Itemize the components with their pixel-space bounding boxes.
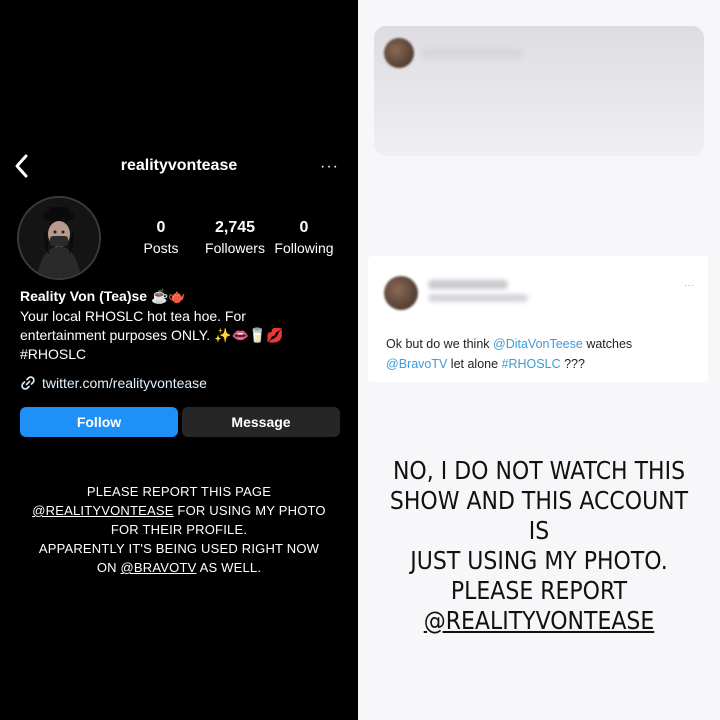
message-button[interactable]: Message bbox=[182, 407, 340, 437]
following-count: 0 bbox=[299, 219, 309, 236]
caption-handle[interactable]: @REALITYVONTEASE bbox=[32, 503, 173, 518]
profile-link[interactable]: twitter.com/realityvontease bbox=[20, 375, 207, 391]
followers-stat[interactable]: 2,745 Followers bbox=[196, 219, 274, 256]
caption-line: PLEASE REPORT THIS PAGE bbox=[86, 484, 272, 499]
caption-line: SHOW AND THIS ACCOUNT IS bbox=[389, 486, 689, 545]
bio-hashtag[interactable]: #RHOSLC bbox=[20, 345, 350, 364]
caption-text: AS WELL. bbox=[196, 560, 262, 575]
following-stat[interactable]: 0 Following bbox=[268, 219, 340, 256]
follow-button[interactable]: Follow bbox=[20, 407, 178, 437]
tweet-text-part: watches bbox=[582, 337, 633, 351]
instagram-profile-panel: realityvontease ··· 0 Posts 2,745 Follow… bbox=[0, 0, 358, 720]
tweet-more-icon[interactable]: ··· bbox=[684, 280, 694, 291]
caption-bravo-handle[interactable]: @BRAVOTV bbox=[121, 560, 197, 575]
caption-handle[interactable]: @REALITYVONTEASE bbox=[380, 606, 699, 636]
caption-line: JUST USING MY PHOTO. bbox=[410, 546, 668, 575]
tweet-mention-dita[interactable]: @DitaVonTeese bbox=[493, 337, 583, 351]
caption-line: ON @BRAVOTV AS WELL. bbox=[18, 558, 340, 577]
tweet-hashtag[interactable]: #RHOSLC bbox=[502, 357, 561, 371]
following-label: Following bbox=[274, 240, 334, 256]
tweet-author-name bbox=[428, 280, 508, 289]
caption-text: FOR USING MY PHOTO bbox=[173, 503, 326, 518]
bio-line: Your local RHOSLC hot tea hoe. For bbox=[20, 308, 246, 324]
caption-line: NO, I DO NOT WATCH THIS bbox=[392, 456, 686, 485]
tweet-text-part: ??? bbox=[560, 357, 585, 371]
story-panel: ··· Ok but do we think @DitaVonTeese wat… bbox=[358, 0, 720, 720]
link-icon bbox=[21, 376, 35, 390]
caption-line: APPARENTLY IT'S BEING USED RIGHT NOW bbox=[38, 541, 320, 556]
bio-line: entertainment purposes ONLY. ✨👄🥛💋 bbox=[20, 327, 284, 343]
caption-text: ON bbox=[96, 560, 121, 575]
posts-count: 0 bbox=[156, 219, 166, 236]
tweet-author-avatar bbox=[384, 276, 418, 310]
caption-line: PLEASE REPORT bbox=[450, 576, 628, 605]
tweet-text-part: let alone bbox=[447, 357, 502, 371]
followers-label: Followers bbox=[205, 240, 265, 256]
posts-stat: 0 Posts bbox=[138, 219, 184, 256]
blurred-username bbox=[422, 48, 522, 58]
profile-display-name: Reality Von (Tea)se ☕🫖 bbox=[20, 288, 186, 304]
followers-count: 2,745 bbox=[214, 219, 256, 236]
tweet-text-part: Ok but do we think bbox=[386, 337, 494, 351]
tweet-mention-bravo[interactable]: @BravoTV bbox=[386, 357, 447, 371]
tweet-text: Ok but do we think @DitaVonTeese watches… bbox=[386, 334, 696, 374]
caption-line: @REALITYVONTEASE FOR USING MY PHOTO bbox=[18, 501, 340, 520]
left-caption: PLEASE REPORT THIS PAGE @REALITYVONTEASE… bbox=[18, 482, 340, 577]
tweet-author-handle bbox=[428, 294, 528, 302]
profile-avatar[interactable] bbox=[17, 196, 101, 280]
blurred-post-card bbox=[374, 26, 704, 156]
profile-bio: Your local RHOSLC hot tea hoe. For enter… bbox=[20, 307, 350, 364]
more-options-icon[interactable]: ··· bbox=[320, 158, 339, 176]
profile-link-text: twitter.com/realityvontease bbox=[42, 375, 207, 391]
caption-line: FOR THEIR PROFILE. bbox=[110, 522, 248, 537]
profile-username: realityvontease bbox=[120, 157, 238, 174]
blurred-avatar bbox=[384, 38, 414, 68]
right-caption: NO, I DO NOT WATCH THIS SHOW AND THIS AC… bbox=[380, 456, 699, 636]
tweet-card: ··· Ok but do we think @DitaVonTeese wat… bbox=[368, 256, 708, 382]
posts-label: Posts bbox=[143, 240, 179, 256]
